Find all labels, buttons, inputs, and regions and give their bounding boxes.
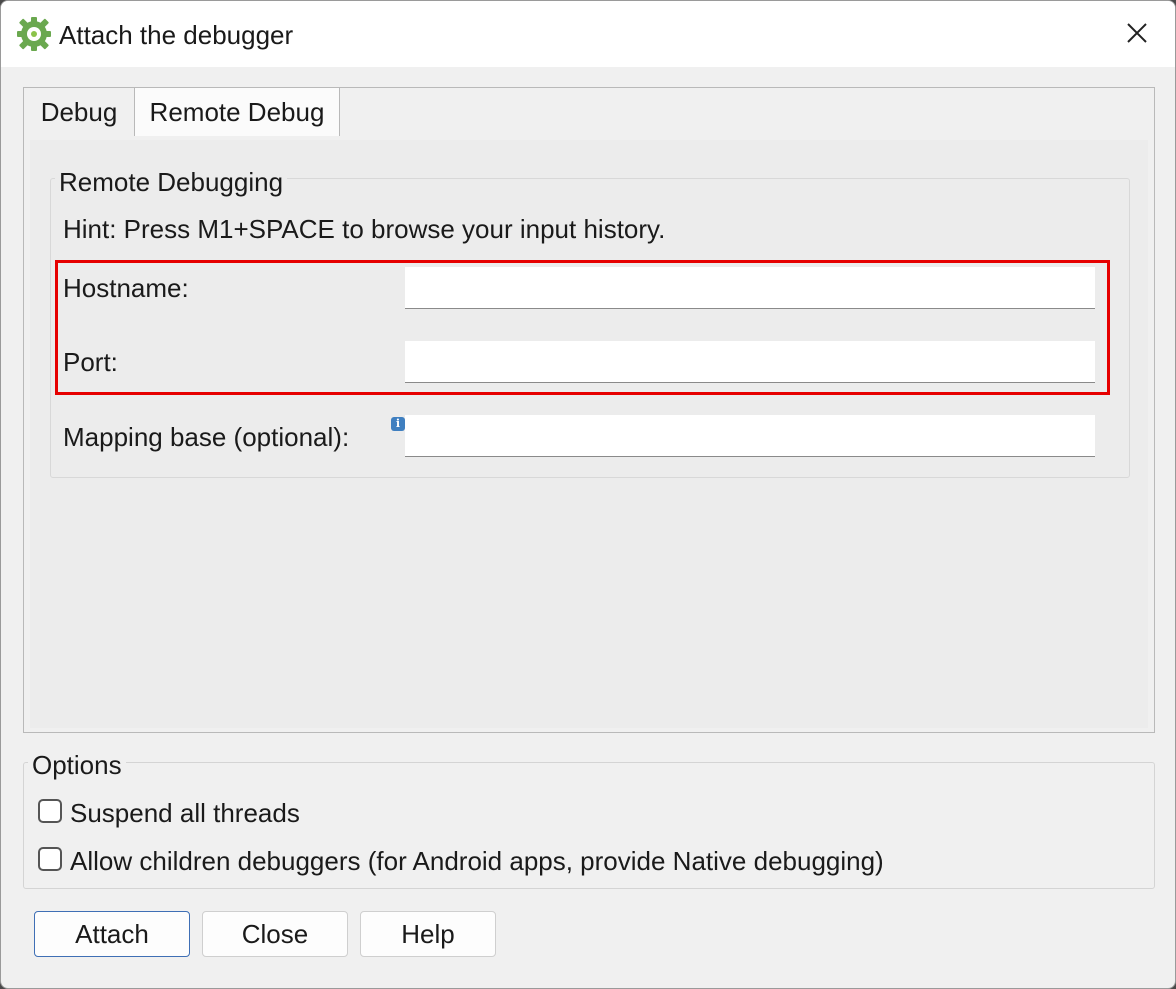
tab-remote-debug[interactable]: Remote Debug	[134, 87, 340, 136]
info-icon: i	[391, 417, 405, 431]
port-label: Port:	[63, 347, 118, 377]
attach-debugger-dialog: Attach the debugger Debug Remote Debug R…	[0, 0, 1176, 989]
suspend-threads-checkbox[interactable]	[38, 799, 62, 823]
port-field[interactable]	[405, 341, 1095, 383]
allow-children-debuggers-checkbox[interactable]	[38, 847, 62, 871]
app-gear-icon	[17, 17, 51, 51]
hostname-label: Hostname:	[63, 273, 189, 303]
attach-button[interactable]: Attach	[34, 911, 190, 957]
title-bar: Attach the debugger	[1, 1, 1175, 67]
close-icon[interactable]	[1119, 15, 1155, 51]
help-button[interactable]: Help	[360, 911, 496, 957]
hint-text: Hint: Press M1+SPACE to browse your inpu…	[63, 214, 666, 244]
allow-children-debuggers-label[interactable]: Allow children debuggers (for Android ap…	[70, 846, 884, 876]
close-button[interactable]: Close	[202, 911, 348, 957]
tab-debug[interactable]: Debug	[24, 88, 135, 134]
mapping-base-field[interactable]	[405, 415, 1095, 457]
mapping-base-label: Mapping base (optional):	[63, 422, 350, 452]
hostname-field[interactable]	[405, 267, 1095, 309]
options-group-title: Options	[28, 750, 126, 780]
remote-debugging-group-title: Remote Debugging	[55, 167, 288, 197]
window-title: Attach the debugger	[59, 20, 294, 50]
suspend-threads-label[interactable]: Suspend all threads	[70, 798, 300, 828]
